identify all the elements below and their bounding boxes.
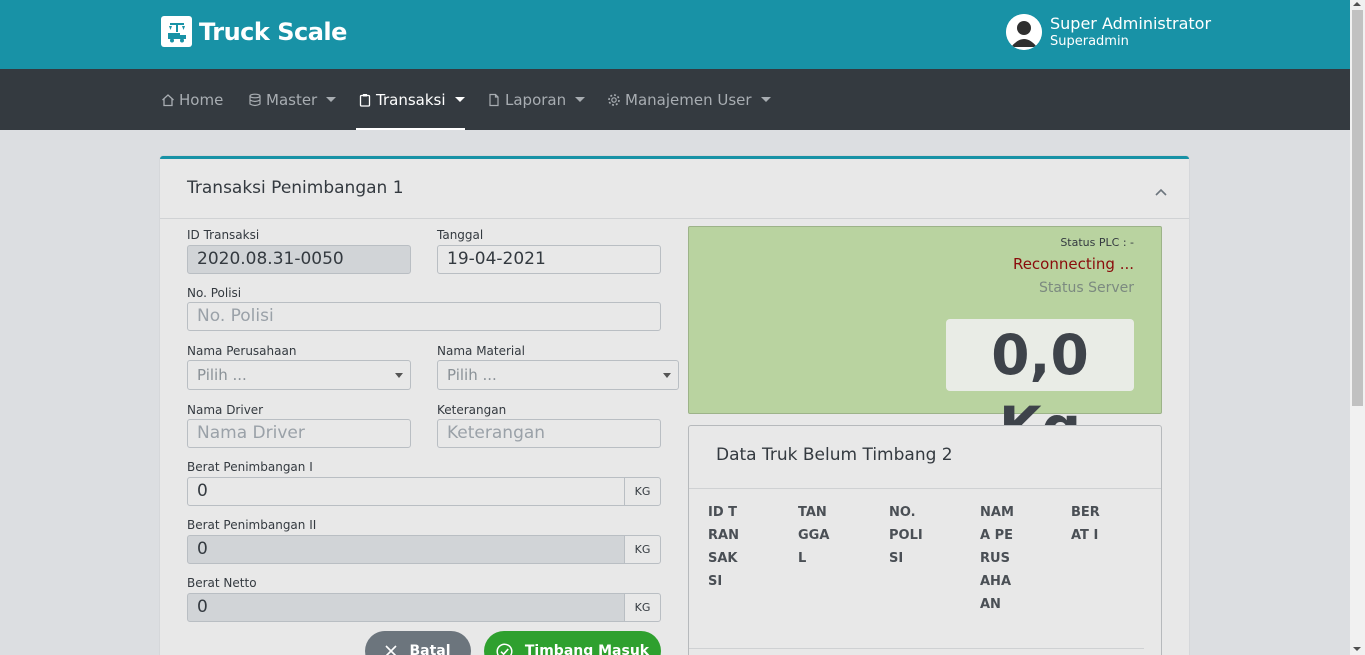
tanggal-field[interactable]: 19-04-2021 [437, 245, 661, 274]
column-header[interactable]: BERAT I [1071, 501, 1107, 547]
gear-icon [608, 93, 620, 106]
chevron-down-icon [575, 97, 586, 102]
nama-perusahaan-selected: Pilih ... [197, 366, 247, 384]
truck-table-header: Data Truk Belum Timbang 2 [689, 426, 1161, 489]
column-header[interactable]: NO. POLISI [889, 501, 925, 570]
berat-1-label: Berat Penimbangan I [187, 460, 313, 474]
cancel-button-label: Batal [409, 643, 451, 655]
timbang-masuk-label: Timbang Masuk [524, 643, 650, 655]
table-divider [689, 648, 1144, 649]
card-title: Transaksi Penimbangan 1 [187, 178, 404, 198]
chevron-down-icon [760, 97, 771, 102]
berat-1-unit: KG [624, 477, 661, 506]
column-header[interactable]: TANGGAL [798, 501, 834, 570]
nama-driver-input[interactable]: Nama Driver [187, 419, 411, 448]
user-avatar-icon [1006, 14, 1042, 50]
berat-2-label: Berat Penimbangan II [187, 518, 317, 532]
check-circle-icon [496, 642, 513, 655]
database-icon [249, 93, 261, 106]
weight-display: 0,0 Kg [946, 319, 1134, 459]
scroll-up-icon[interactable] [1353, 2, 1361, 6]
scale-panel: Status PLC : - Reconnecting ... Status S… [688, 226, 1162, 459]
no-polisi-input[interactable]: No. Polisi [187, 302, 661, 331]
brand[interactable]: Truck Scale [161, 16, 347, 47]
column-header[interactable]: ID TRANSAKSI [708, 501, 744, 593]
scale-truck-icon [161, 16, 192, 47]
cancel-button[interactable]: Batal [365, 631, 471, 655]
no-polisi-label: No. Polisi [187, 286, 242, 300]
user-role: Superadmin [1050, 34, 1129, 49]
nama-material-label: Nama Material [437, 344, 525, 358]
transaction-card: Transaksi Penimbangan 1 ID Transaksi 202… [160, 156, 1189, 655]
nama-material-select[interactable]: Pilih ... [437, 360, 679, 390]
dropdown-arrow-icon [663, 373, 671, 378]
scrollbar-thumb[interactable] [1352, 10, 1363, 406]
timbang-masuk-button[interactable]: Timbang Masuk [484, 631, 661, 655]
nav-master[interactable]: Master [248, 69, 337, 130]
file-icon [489, 93, 499, 106]
nav-transaksi[interactable]: Transaksi [356, 69, 465, 130]
id-transaksi-field[interactable]: 2020.08.31-0050 [187, 245, 411, 274]
server-status: Status Server [1039, 280, 1134, 296]
berat-1-input[interactable]: 0 [187, 477, 625, 506]
scroll-down-icon[interactable] [1353, 647, 1361, 651]
close-icon [385, 645, 398, 655]
home-icon [162, 93, 174, 106]
app-title: Truck Scale [199, 17, 347, 46]
user-name: Super Administrator [1050, 14, 1212, 33]
user-menu[interactable]: Super Administrator Superadmin [1006, 14, 1211, 51]
nama-material-selected: Pilih ... [447, 366, 497, 384]
clipboard-icon [359, 93, 371, 107]
nav-laporan-label: Laporan [505, 90, 567, 109]
nav-transaksi-label: Transaksi [376, 90, 446, 109]
truck-table-card: Data Truk Belum Timbang 2 ID TRANSAKSI T… [688, 425, 1162, 655]
main-navbar: Home Master Transaksi Laporan Manajemen … [0, 69, 1350, 130]
nav-home[interactable]: Home [161, 69, 223, 130]
dropdown-arrow-icon [395, 373, 403, 378]
nama-perusahaan-label: Nama Perusahaan [187, 344, 297, 358]
nav-master-label: Master [266, 90, 318, 109]
plc-status: Status PLC : - [1060, 236, 1134, 249]
id-transaksi-label: ID Transaksi [187, 228, 260, 242]
berat-netto-field[interactable]: 0 [187, 593, 625, 622]
berat-2-field[interactable]: 0 [187, 535, 625, 564]
berat-netto-unit: KG [624, 593, 661, 622]
chevron-up-icon [1155, 188, 1167, 196]
nav-laporan[interactable]: Laporan [487, 69, 586, 130]
tanggal-label: Tanggal [437, 228, 484, 242]
column-header[interactable]: NAMA PERUSAHAAN [980, 501, 1016, 616]
nama-perusahaan-select[interactable]: Pilih ... [187, 360, 411, 390]
card-header: Transaksi Penimbangan 1 [160, 159, 1189, 219]
chevron-down-icon [454, 97, 465, 102]
collapse-button[interactable] [1155, 181, 1167, 200]
nav-manajemen-user[interactable]: Manajemen User [607, 69, 771, 130]
top-header: Truck Scale Super Administrator Superadm… [0, 0, 1350, 69]
nav-home-label: Home [179, 90, 224, 109]
truck-table-title: Data Truk Belum Timbang 2 [716, 445, 953, 465]
nav-manajemen-user-label: Manajemen User [625, 90, 752, 109]
chevron-down-icon [326, 97, 337, 102]
berat-netto-label: Berat Netto [187, 576, 257, 590]
connection-status: Reconnecting ... [1012, 255, 1134, 273]
keterangan-input[interactable]: Keterangan [437, 419, 661, 448]
berat-2-unit: KG [624, 535, 661, 564]
keterangan-label: Keterangan [437, 403, 507, 417]
nama-driver-label: Nama Driver [187, 403, 264, 417]
